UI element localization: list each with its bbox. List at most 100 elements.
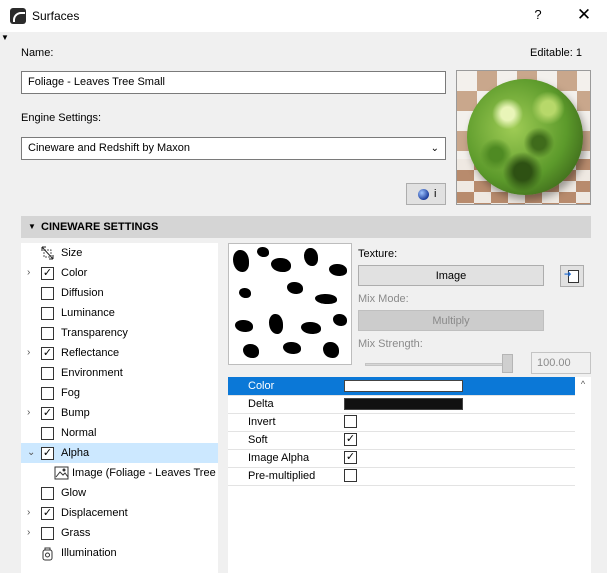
alpha-blob [315,294,337,304]
tree-item-checkbox[interactable] [41,307,54,320]
property-checkbox[interactable]: ✓ [344,433,357,446]
name-input[interactable]: Foliage - Leaves Tree Small [21,71,446,94]
help-button[interactable]: ? [530,7,546,22]
tree-item-label: Transparency [61,327,128,339]
tree-item[interactable]: Environment [21,363,218,383]
tree-item[interactable]: › Grass [21,523,218,543]
tree-item[interactable]: Normal [21,423,218,443]
cineware-settings-header[interactable]: ▼ CINEWARE SETTINGS [21,216,591,238]
tree-item[interactable]: Transparency [21,323,218,343]
mix-strength-slider-thumb[interactable] [502,354,513,373]
tree-item-checkbox[interactable] [41,427,54,440]
window-title: Surfaces [32,9,80,23]
tree-item-label: Diffusion [61,287,104,299]
tree-item-checkbox[interactable]: ✓ [41,267,54,280]
property-checkbox[interactable] [344,415,357,428]
chevron-right-icon[interactable]: › [27,407,30,418]
alpha-blob [257,247,269,257]
alpha-blob [271,258,291,272]
alpha-blob [239,288,251,298]
property-row[interactable]: Pre-multiplied [228,467,575,485]
mix-strength-label: Mix Strength: [358,338,423,350]
chevron-right-icon[interactable]: › [27,507,30,518]
tree-item-label: Fog [61,387,80,399]
section-title: CINEWARE SETTINGS [41,221,159,233]
chevron-right-icon[interactable]: › [27,527,30,538]
tree-item[interactable]: Glow [21,483,218,503]
tree-item-checkbox[interactable] [41,387,54,400]
tree-item-checkbox[interactable] [41,327,54,340]
alpha-blob [301,322,321,334]
property-checkbox[interactable]: ✓ [344,451,357,464]
tree-item[interactable]: › ✓ Displacement [21,503,218,523]
engine-settings-select[interactable]: Cineware and Redshift by Maxon ⌄ [21,137,446,160]
alpha-blob [233,250,249,272]
tree-item[interactable]: ⌄ ✓ Alpha [21,443,218,463]
tree-item-checkbox[interactable] [41,367,54,380]
render-preview-button[interactable]: i [406,183,446,205]
info-icon: i [434,188,437,200]
collapse-arrow-icon[interactable]: ▼ [1,33,9,42]
alpha-blob [235,320,253,332]
tree-item-checkbox[interactable] [41,527,54,540]
tree-item-checkbox[interactable]: ✓ [41,447,54,460]
tree-item-label: Alpha [61,447,90,459]
tree-item[interactable]: Illumination [21,543,218,563]
alpha-blob [243,344,259,358]
tree-item-label: Bump [61,407,90,419]
tree-item-label: Illumination [61,547,117,559]
texture-image-button[interactable]: Image [358,265,544,286]
tree-item[interactable]: Diffusion [21,283,218,303]
tree-item-checkbox[interactable] [41,287,54,300]
tree-item-checkbox[interactable]: ✓ [41,347,54,360]
browse-texture-button[interactable]: ➔ [560,265,584,287]
tree-item-label: Glow [61,487,87,499]
name-label: Name: [21,47,54,59]
engine-settings-label: Engine Settings: [21,112,102,124]
render-icon [418,189,429,200]
tree-item-checkbox[interactable]: ✓ [41,507,54,520]
alpha-blob [333,314,347,326]
property-checkbox[interactable] [344,469,357,482]
property-row[interactable]: Image Alpha ✓ [228,449,575,467]
property-row[interactable]: Color [228,377,575,395]
property-name: Invert [248,416,276,428]
chevron-right-icon[interactable]: › [27,267,30,278]
tree-item-label: Luminance [61,307,115,319]
tree-item[interactable]: Luminance [21,303,218,323]
preview-sphere [467,79,583,195]
property-row[interactable]: Delta [228,395,575,413]
tree-item[interactable]: › ✓ Color [21,263,218,283]
color-swatch[interactable] [344,398,463,410]
chevron-down-icon[interactable]: ⌄ [27,447,35,458]
mix-strength-input[interactable]: 100.00 [531,352,591,374]
alpha-blob [287,282,303,294]
image-icon [54,465,69,481]
size-icon [40,245,55,261]
splitter[interactable] [218,243,228,573]
load-arrow-icon: ➔ [564,269,572,279]
alpha-blob [269,314,283,334]
color-swatch[interactable] [344,380,463,392]
title-bar: Surfaces ? ✕ [0,0,607,32]
tree-item[interactable]: › ✓ Reflectance [21,343,218,363]
tree-item-label: Environment [61,367,123,379]
engine-settings-value: Cineware and Redshift by Maxon [28,142,191,154]
property-name: Soft [248,434,268,446]
tree-item-checkbox[interactable] [41,487,54,500]
property-row[interactable]: Invert [228,413,575,431]
tree-item[interactable]: › ✓ Bump [21,403,218,423]
mix-mode-select[interactable]: Multiply [358,310,544,331]
tree-item-checkbox[interactable]: ✓ [41,407,54,420]
mix-strength-slider[interactable] [365,363,512,366]
alpha-blob [323,342,339,358]
scroll-up-icon[interactable]: ^ [576,379,590,389]
property-name: Color [248,380,275,392]
property-name: Delta [248,398,274,410]
chevron-right-icon[interactable]: › [27,347,30,358]
tree-item[interactable]: Image (Foliage - Leaves Tree Small) [21,463,250,483]
tree-item[interactable]: Fog [21,383,218,403]
property-row[interactable]: Soft ✓ [228,431,575,449]
tree-item[interactable]: Size [21,243,218,263]
close-button[interactable]: ✕ [576,5,592,25]
